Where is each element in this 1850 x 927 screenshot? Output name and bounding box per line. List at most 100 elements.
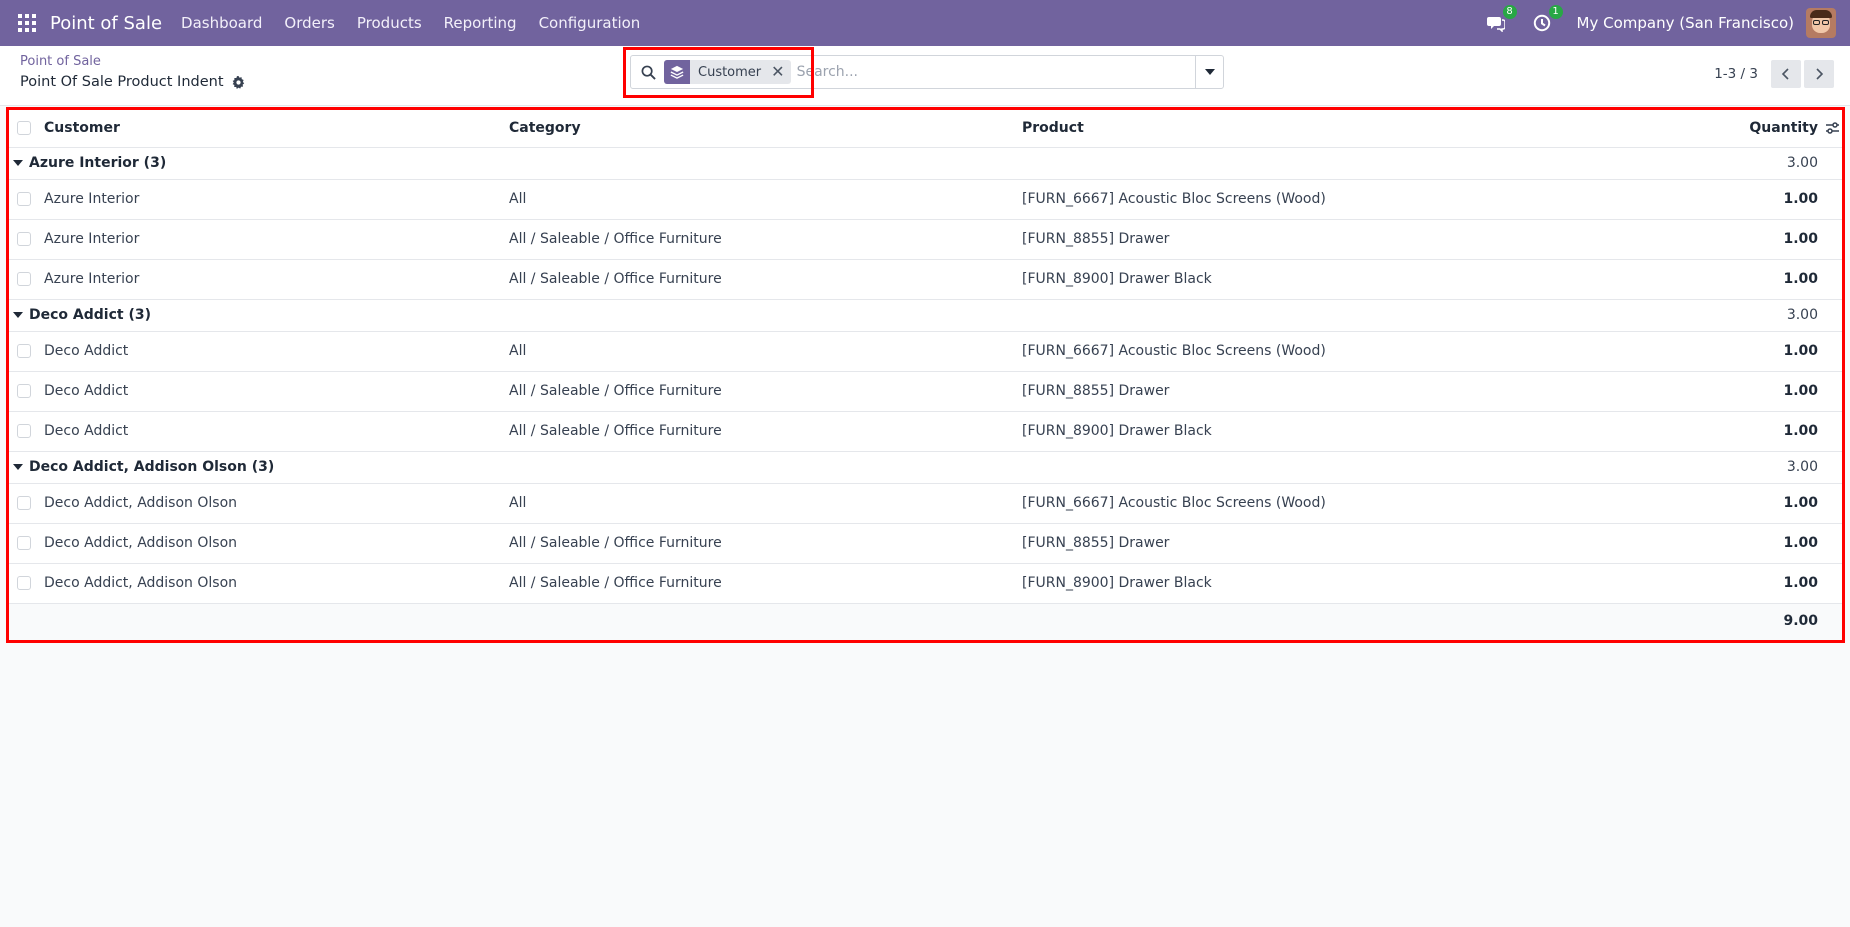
column-header-customer[interactable]: Customer [35,110,500,148]
pager-previous-button[interactable] [1771,60,1801,88]
control-panel: Point of Sale Point Of Sale Product Inde… [0,46,1850,106]
apps-grid-icon[interactable] [18,14,36,32]
caret-down-icon [1204,69,1215,75]
cell-customer: Deco Addict, Addison Olson [35,563,500,604]
column-header-quantity[interactable]: Quantity [1713,110,1842,148]
group-label: Deco Addict, Addison Olson (3) [29,459,275,475]
clock-icon [1533,14,1550,32]
search-input[interactable] [796,57,1195,87]
group-total: 3.00 [1713,147,1842,180]
close-icon[interactable]: ✕ [769,60,790,84]
row-checkbox[interactable] [17,192,31,206]
cell-quantity: 1.00 [1713,179,1842,220]
caret-down-icon [13,464,23,470]
pager-next-button[interactable] [1804,60,1834,88]
group-label: Azure Interior (3) [29,155,167,171]
chat-icon [1486,17,1505,32]
cell-product: [FURN_8900] Drawer Black [1013,411,1713,452]
table-row[interactable]: Deco Addict All / Saleable / Office Furn… [9,371,1842,412]
activities-button[interactable]: 1 [1531,5,1563,34]
app-brand[interactable]: Point of Sale [50,13,162,34]
pager: 1-3 / 3 [1714,60,1834,88]
search-options-toggle[interactable] [1195,56,1223,88]
column-header-category[interactable]: Category [500,110,1013,148]
column-header-product[interactable]: Product [1013,110,1713,148]
user-avatar[interactable] [1806,8,1836,38]
group-row[interactable]: Azure Interior (3) 3.00 [9,147,1842,180]
cell-customer: Deco Addict [35,331,500,372]
cell-quantity: 1.00 [1713,411,1842,452]
table-row[interactable]: Deco Addict, Addison Olson All [FURN_666… [9,483,1842,524]
layers-icon [664,60,690,84]
group-header: Deco Addict, Addison Olson (3) [9,459,1713,475]
cell-category: All [500,179,1013,220]
row-checkbox[interactable] [17,424,31,438]
cell-product: [FURN_8900] Drawer Black [1013,259,1713,300]
cell-quantity: 1.00 [1713,523,1842,564]
cell-product: [FURN_6667] Acoustic Bloc Screens (Wood) [1013,179,1713,220]
select-all-cell [9,110,35,148]
table-row[interactable]: Deco Addict All / Saleable / Office Furn… [9,411,1842,452]
row-checkbox[interactable] [17,344,31,358]
menu-products[interactable]: Products [346,14,433,32]
facet-label: Customer [698,64,762,80]
cell-customer: Deco Addict, Addison Olson [35,483,500,524]
group-label: Deco Addict (3) [29,307,151,323]
company-switcher[interactable]: My Company (San Francisco) [1577,14,1794,32]
cell-product: [FURN_8900] Drawer Black [1013,563,1713,604]
sliders-icon[interactable] [1825,121,1840,135]
table-row[interactable]: Deco Addict, Addison Olson All / Saleabl… [9,523,1842,564]
search-bar: Customer ✕ [630,55,1224,89]
table-row[interactable]: Azure Interior All / Saleable / Office F… [9,259,1842,300]
data-table: Customer Category Product Quantity Azure… [9,110,1842,639]
cell-customer: Azure Interior [35,179,500,220]
row-checkbox[interactable] [17,384,31,398]
list-view: Customer Category Product Quantity Azure… [9,110,1842,639]
select-all-checkbox[interactable] [17,121,31,136]
cell-product: [FURN_6667] Acoustic Bloc Screens (Wood) [1013,331,1713,372]
cell-category: All / Saleable / Office Furniture [500,523,1013,564]
menu-orders[interactable]: Orders [273,14,345,32]
caret-down-icon [13,312,23,318]
cell-category: All / Saleable / Office Furniture [500,563,1013,604]
cell-quantity: 1.00 [1713,219,1842,260]
row-checkbox[interactable] [17,496,31,510]
group-row[interactable]: Deco Addict (3) 3.00 [9,299,1842,332]
row-checkbox[interactable] [17,536,31,550]
table-row[interactable]: Deco Addict All [FURN_6667] Acoustic Blo… [9,331,1842,372]
menu-configuration[interactable]: Configuration [528,14,652,32]
table-row[interactable]: Deco Addict, Addison Olson All / Saleabl… [9,563,1842,604]
cell-customer: Deco Addict [35,371,500,412]
cell-quantity: 1.00 [1713,371,1842,412]
chevron-left-icon [1781,68,1789,80]
row-checkbox[interactable] [17,576,31,590]
table-row[interactable]: Azure Interior All / Saleable / Office F… [9,219,1842,260]
table-row[interactable]: Azure Interior All [FURN_6667] Acoustic … [9,179,1842,220]
messages-badge: 8 [1502,5,1517,19]
menu-dashboard[interactable]: Dashboard [170,14,273,32]
cell-category: All / Saleable / Office Furniture [500,411,1013,452]
pager-value[interactable]: 1-3 / 3 [1714,66,1758,82]
page-title: Point Of Sale Product Indent [20,74,224,90]
cell-category: All [500,483,1013,524]
row-checkbox[interactable] [17,232,31,246]
cell-product: [FURN_8855] Drawer [1013,219,1713,260]
group-row[interactable]: Deco Addict, Addison Olson (3) 3.00 [9,451,1842,484]
cell-quantity: 1.00 [1713,563,1842,604]
cell-customer: Deco Addict [35,411,500,452]
cell-category: All [500,331,1013,372]
cell-quantity: 1.00 [1713,259,1842,300]
cell-product: [FURN_8855] Drawer [1013,523,1713,564]
menu-reporting[interactable]: Reporting [433,14,528,32]
gear-icon[interactable] [232,75,245,89]
cell-product: [FURN_8855] Drawer [1013,371,1713,412]
cell-customer: Deco Addict, Addison Olson [35,523,500,564]
search-icon[interactable] [641,65,656,80]
messages-button[interactable]: 8 [1485,5,1517,34]
cell-product: [FURN_6667] Acoustic Bloc Screens (Wood) [1013,483,1713,524]
activities-badge: 1 [1548,5,1563,19]
row-checkbox[interactable] [17,272,31,286]
footer-spacer [9,603,1713,639]
breadcrumb-parent[interactable]: Point of Sale [20,54,101,69]
column-header-quantity-label: Quantity [1749,120,1818,137]
